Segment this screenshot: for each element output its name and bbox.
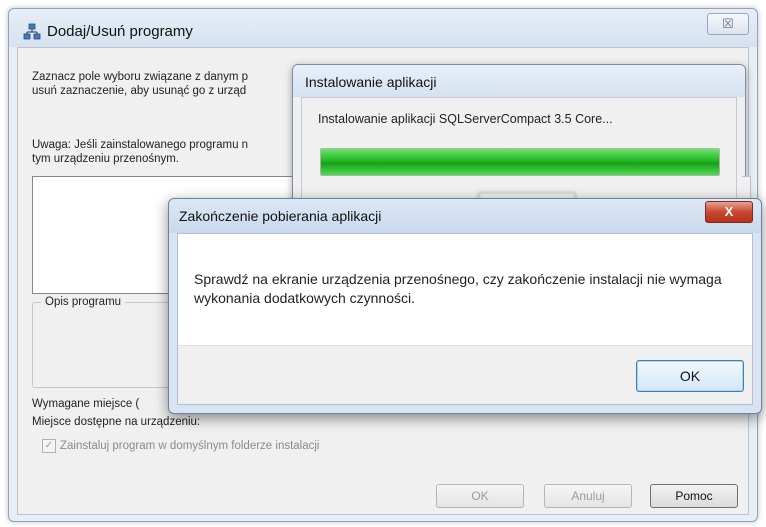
ok-button-disabled[interactable]: OK — [436, 484, 524, 508]
done-message: Sprawdź na ekranie urządzenia przenośneg… — [194, 271, 722, 306]
main-titlebar[interactable]: Dodaj/Usuń programy ☒ — [9, 9, 757, 47]
done-close-button[interactable]: X — [705, 201, 753, 223]
installing-status-text: Instalowanie aplikacji SQLServerCompact … — [318, 112, 613, 126]
required-space-label: Wymagane miejsce ( — [32, 398, 140, 410]
available-space-label: Miejsce dostępne na urządzeniu: — [32, 416, 201, 428]
done-footer: OK — [178, 345, 752, 404]
program-description-label: Opis programu — [41, 296, 126, 308]
main-window-title: Dodaj/Usuń programy — [47, 23, 193, 40]
help-button[interactable]: Pomoc — [650, 484, 738, 508]
install-default-folder-label: Zainstaluj program w domyślnym folderze … — [60, 440, 320, 452]
main-close-button[interactable]: ☒ — [707, 13, 749, 35]
download-complete-dialog: Zakończenie pobierania aplikacji X Spraw… — [168, 198, 762, 414]
done-titlebar[interactable]: Zakończenie pobierania aplikacji X — [169, 199, 761, 233]
close-icon: X — [724, 204, 734, 219]
install-progress-bar — [320, 148, 720, 176]
installing-title: Instalowanie aplikacji — [305, 74, 437, 90]
install-default-folder-row: ✓ Zainstaluj program w domyślnym folderz… — [42, 439, 320, 453]
install-progress-fill — [321, 149, 719, 175]
installing-titlebar[interactable]: Instalowanie aplikacji — [293, 65, 745, 97]
programs-icon — [23, 23, 41, 41]
close-icon: ☒ — [722, 16, 734, 31]
done-ok-button[interactable]: OK — [636, 360, 744, 392]
done-title: Zakończenie pobierania aplikacji — [179, 208, 382, 224]
install-default-folder-checkbox[interactable]: ✓ — [42, 439, 56, 453]
cancel-button[interactable]: Anuluj — [544, 484, 632, 508]
done-body: Sprawdź na ekranie urządzenia przenośneg… — [177, 233, 753, 405]
